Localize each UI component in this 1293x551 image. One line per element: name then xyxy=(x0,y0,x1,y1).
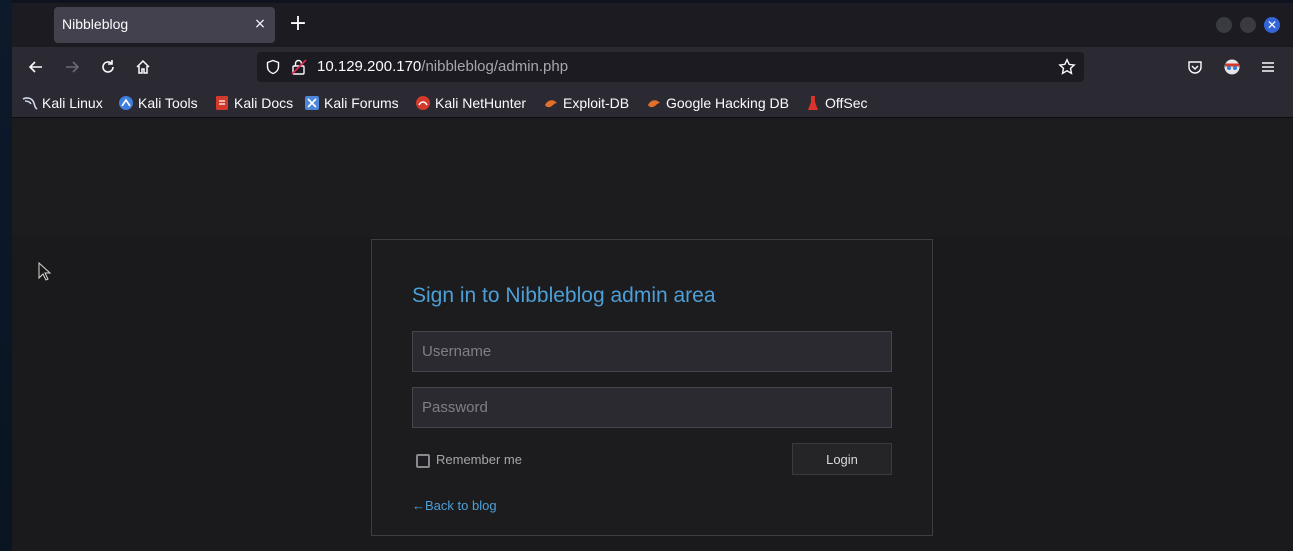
minimize-button[interactable] xyxy=(1216,17,1232,33)
login-button[interactable]: Login xyxy=(792,443,892,475)
extension-button[interactable] xyxy=(1220,55,1244,79)
nethunter-icon xyxy=(416,96,430,110)
bookmark-google-hacking-db[interactable]: Google Hacking DB xyxy=(646,93,789,113)
bookmark-label: Kali Tools xyxy=(138,95,198,111)
kali-dragon-icon xyxy=(22,97,38,110)
bookmarks-toolbar: Kali Linux Kali Tools Kali Docs Kali For… xyxy=(12,87,1293,118)
kali-tools-icon xyxy=(119,96,133,110)
bookmark-offsec[interactable]: OffSec xyxy=(805,93,868,113)
home-icon xyxy=(136,59,150,74)
new-tab-button[interactable]: + xyxy=(286,13,310,37)
back-button[interactable] xyxy=(24,55,48,79)
pocket-icon xyxy=(1188,61,1202,74)
username-input[interactable] xyxy=(412,331,892,372)
bookmark-kali-linux[interactable]: Kali Linux xyxy=(22,93,103,113)
bookmark-label: Kali Forums xyxy=(324,95,399,111)
url-text[interactable]: 10.129.200.170/nibbleblog/admin.php xyxy=(317,58,568,75)
nav-toolbar: 10.129.200.170/nibbleblog/admin.php xyxy=(12,47,1293,87)
bookmark-kali-tools[interactable]: Kali Tools xyxy=(118,93,198,113)
hamburger-menu-icon xyxy=(1262,62,1274,72)
extension-face-icon xyxy=(1224,59,1240,75)
bookmark-label: OffSec xyxy=(825,95,868,111)
page-content: Sign in to Nibbleblog admin area Remembe… xyxy=(12,119,1293,551)
ghdb-icon xyxy=(648,100,660,108)
mouse-cursor-icon xyxy=(38,262,52,281)
pocket-button[interactable] xyxy=(1183,55,1207,79)
back-arrow-icon xyxy=(28,61,42,73)
reload-icon xyxy=(102,60,114,73)
tab-title: Nibbleblog xyxy=(62,16,129,32)
tab-bar: Nibbleblog × + ✕ xyxy=(12,3,1293,47)
bookmark-star-icon[interactable] xyxy=(1058,58,1076,76)
forward-button[interactable] xyxy=(60,55,84,79)
remember-checkbox[interactable] xyxy=(416,454,430,468)
bookmark-exploit-db[interactable]: Exploit-DB xyxy=(543,93,629,113)
exploit-db-icon xyxy=(545,100,557,108)
shield-icon[interactable] xyxy=(265,59,281,75)
maximize-button[interactable] xyxy=(1240,17,1256,33)
bookmark-label: Google Hacking DB xyxy=(666,95,789,111)
home-button[interactable] xyxy=(131,55,155,79)
insecure-lock-icon[interactable] xyxy=(291,58,307,76)
remember-me[interactable]: Remember me xyxy=(416,450,522,468)
back-to-blog-link[interactable]: ←Back to blog xyxy=(412,498,497,513)
app-menu-button[interactable] xyxy=(1256,55,1280,79)
url-host: 10.129.200.170 xyxy=(317,58,422,75)
forward-arrow-icon xyxy=(66,61,80,73)
bookmark-kali-forums[interactable]: Kali Forums xyxy=(304,93,399,113)
password-input[interactable] xyxy=(412,387,892,428)
url-bar[interactable]: 10.129.200.170/nibbleblog/admin.php xyxy=(257,52,1084,82)
desktop-background xyxy=(0,0,12,551)
bookmark-label: Kali Docs xyxy=(234,95,294,111)
remember-label: Remember me xyxy=(436,451,522,467)
kali-forums-icon xyxy=(305,96,319,110)
login-title: Sign in to Nibbleblog admin area xyxy=(412,284,716,307)
browser-window: Nibbleblog × + ✕ 10.129.200.170/nibblebl… xyxy=(12,3,1293,551)
bookmark-label: Exploit-DB xyxy=(563,95,630,111)
reload-button[interactable] xyxy=(96,55,120,79)
bookmark-label: Kali Linux xyxy=(42,95,103,111)
window-close-button[interactable]: ✕ xyxy=(1264,17,1280,33)
bookmark-label: Kali NetHunter xyxy=(435,95,527,111)
kali-docs-icon xyxy=(216,96,228,110)
bookmark-kali-nethunter[interactable]: Kali NetHunter xyxy=(415,93,526,113)
tab-nibbleblog[interactable]: Nibbleblog × xyxy=(54,7,275,43)
login-panel: Sign in to Nibbleblog admin area Remembe… xyxy=(371,239,933,536)
offsec-icon xyxy=(808,96,818,110)
url-path: /nibbleblog/admin.php xyxy=(421,58,569,75)
bookmark-kali-docs[interactable]: Kali Docs xyxy=(214,93,293,113)
tab-close-icon[interactable]: × xyxy=(251,15,269,33)
